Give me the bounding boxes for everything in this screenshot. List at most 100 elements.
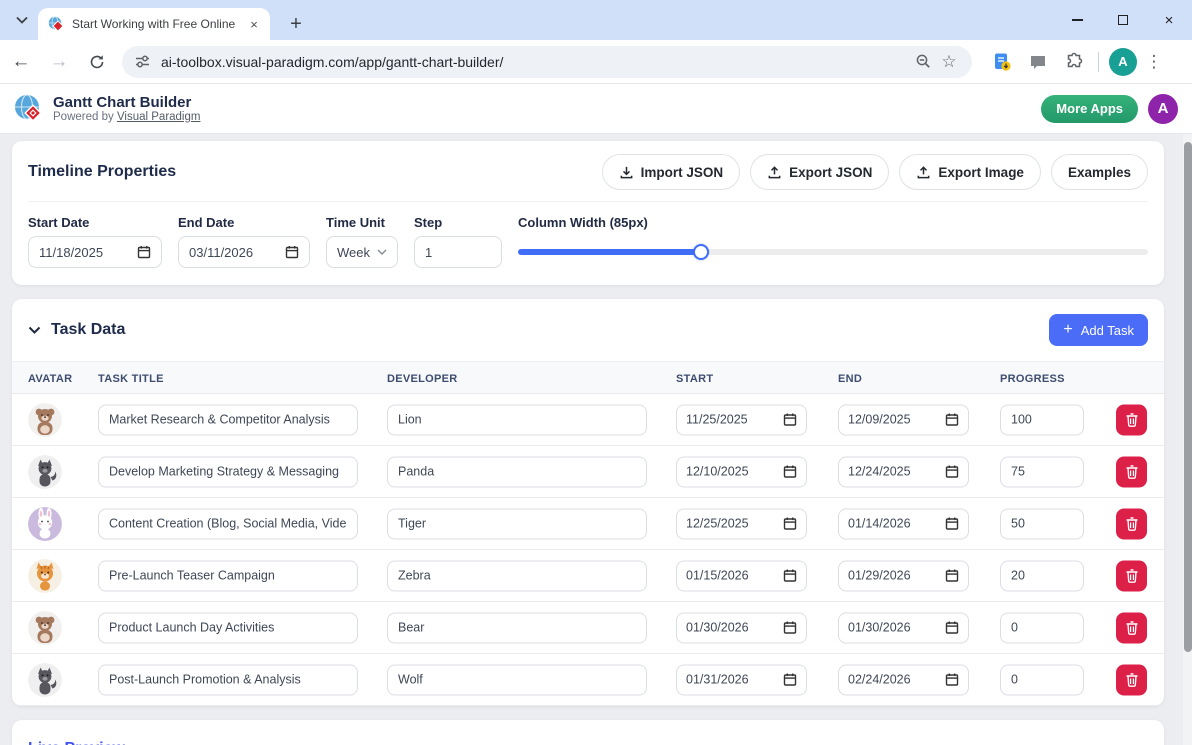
task-title-input[interactable] [98,456,358,487]
export-image-button[interactable]: Export Image [899,154,1041,190]
end-date-input[interactable]: 12/24/2025 [838,456,969,487]
trash-icon [1125,412,1139,427]
task-row: 11/25/2025 12/09/2025 [12,394,1164,446]
delete-task-button[interactable] [1116,612,1147,643]
column-header-start: START [676,362,713,395]
maximize-icon [1118,15,1128,25]
start-date-input[interactable]: 11/18/2025 [28,236,162,268]
task-title-input[interactable] [98,404,358,435]
end-date-input[interactable]: 01/14/2026 [838,508,969,539]
start-date-input[interactable]: 01/30/2026 [676,612,807,643]
live-preview-card: Live Preview [12,720,1164,745]
collapse-chevron-icon[interactable] [28,326,41,334]
progress-input[interactable] [1000,560,1084,591]
progress-input[interactable] [1000,404,1084,435]
delete-task-button[interactable] [1116,664,1147,695]
delete-task-button[interactable] [1116,404,1147,435]
progress-input[interactable] [1000,612,1084,643]
slider-thumb[interactable] [693,244,709,260]
zoom-out-button[interactable] [910,49,936,75]
calendar-icon [945,413,959,427]
browser-profile-avatar[interactable]: A [1109,48,1137,76]
bear-avatar-icon [28,403,62,437]
start-date-input[interactable]: 12/10/2025 [676,456,807,487]
visual-paradigm-logo-icon[interactable] [14,94,44,124]
start-date-input[interactable]: 01/31/2026 [676,664,807,695]
wolf-avatar-icon [28,663,62,697]
trash-icon [1125,464,1139,479]
delete-task-button[interactable] [1116,456,1147,487]
start-date-input[interactable]: 11/25/2025 [676,404,807,435]
plus-icon: + [1063,322,1072,338]
end-date-input[interactable]: 02/24/2026 [838,664,969,695]
developer-input[interactable] [387,612,647,643]
app-header: Gantt Chart Builder Powered by Visual Pa… [0,84,1192,134]
developer-input[interactable] [387,560,647,591]
extensions-button[interactable] [1058,46,1090,78]
task-row: 01/30/2026 01/30/2026 [12,602,1164,654]
comment-extension-button[interactable] [1022,46,1054,78]
end-date-input[interactable]: 01/29/2026 [838,560,969,591]
column-header-end: END [838,362,862,395]
tab-search-button[interactable] [8,6,36,34]
browser-menu-button[interactable]: ⋮ [1141,52,1167,72]
developer-input[interactable] [387,508,647,539]
task-title-input[interactable] [98,560,358,591]
progress-input[interactable] [1000,456,1084,487]
delete-task-button[interactable] [1116,508,1147,539]
app-title: Gantt Chart Builder [53,94,200,111]
progress-input[interactable] [1000,508,1084,539]
reload-button[interactable] [80,45,114,79]
docs-extension-button[interactable] [986,46,1018,78]
more-apps-button[interactable]: More Apps [1041,95,1138,123]
task-title-input[interactable] [98,612,358,643]
user-avatar[interactable]: A [1148,94,1178,124]
developer-input[interactable] [387,664,647,695]
visual-paradigm-link[interactable]: Visual Paradigm [117,111,201,123]
task-title-input[interactable] [98,664,358,695]
column-width-slider[interactable] [518,249,1148,255]
delete-task-button[interactable] [1116,560,1147,591]
new-tab-button[interactable]: + [282,10,310,38]
upload-icon [767,165,782,180]
start-date-input[interactable]: 01/15/2026 [676,560,807,591]
column-header-task-title: TASK TITLE [98,362,164,395]
add-task-button[interactable]: + Add Task [1049,314,1148,346]
export-json-button[interactable]: Export JSON [750,154,889,190]
step-input[interactable] [414,236,502,268]
reload-icon [89,54,105,70]
column-header-progress: PROGRESS [1000,362,1065,395]
progress-input[interactable] [1000,664,1084,695]
scrollbar-thumb[interactable] [1184,142,1192,652]
import-json-button[interactable]: Import JSON [602,154,741,190]
window-maximize-button[interactable] [1100,0,1146,40]
rabbit-avatar-icon [28,507,62,541]
table-header: AVATAR TASK TITLE DEVELOPER START END PR… [12,361,1164,394]
developer-input[interactable] [387,404,647,435]
end-date-input[interactable]: 12/09/2025 [838,404,969,435]
bookmark-star-button[interactable]: ☆ [936,49,962,75]
end-date-input[interactable]: 01/30/2026 [838,612,969,643]
time-unit-label: Time Unit [326,215,398,230]
forward-button[interactable]: → [42,45,76,79]
tab-close-button[interactable]: × [246,16,262,32]
column-width-label: Column Width (85px) [518,215,1148,230]
task-title-input[interactable] [98,508,358,539]
time-unit-select[interactable]: Week [326,236,398,268]
start-date-input[interactable]: 12/25/2025 [676,508,807,539]
task-data-card: Task Data + Add Task AVATAR TASK TITLE D… [12,299,1164,706]
download-icon [619,165,634,180]
page-scrollbar [1183,134,1192,745]
back-button[interactable]: ← [4,45,38,79]
window-close-button[interactable]: × [1146,0,1192,40]
developer-input[interactable] [387,456,647,487]
examples-button[interactable]: Examples [1051,154,1148,190]
task-row: 01/15/2026 01/29/2026 [12,550,1164,602]
window-minimize-button[interactable] [1054,0,1100,40]
address-bar[interactable]: ai-toolbox.visual-paradigm.com/app/gantt… [122,46,972,78]
task-rows: 11/25/2025 12/09/2025 12/10/2025 12/24/2025… [12,394,1164,706]
calendar-icon [945,465,959,479]
browser-tab[interactable]: Start Working with Free Online × [38,8,270,40]
live-preview-title: Live Preview [28,740,1148,745]
end-date-input[interactable]: 03/11/2026 [178,236,310,268]
